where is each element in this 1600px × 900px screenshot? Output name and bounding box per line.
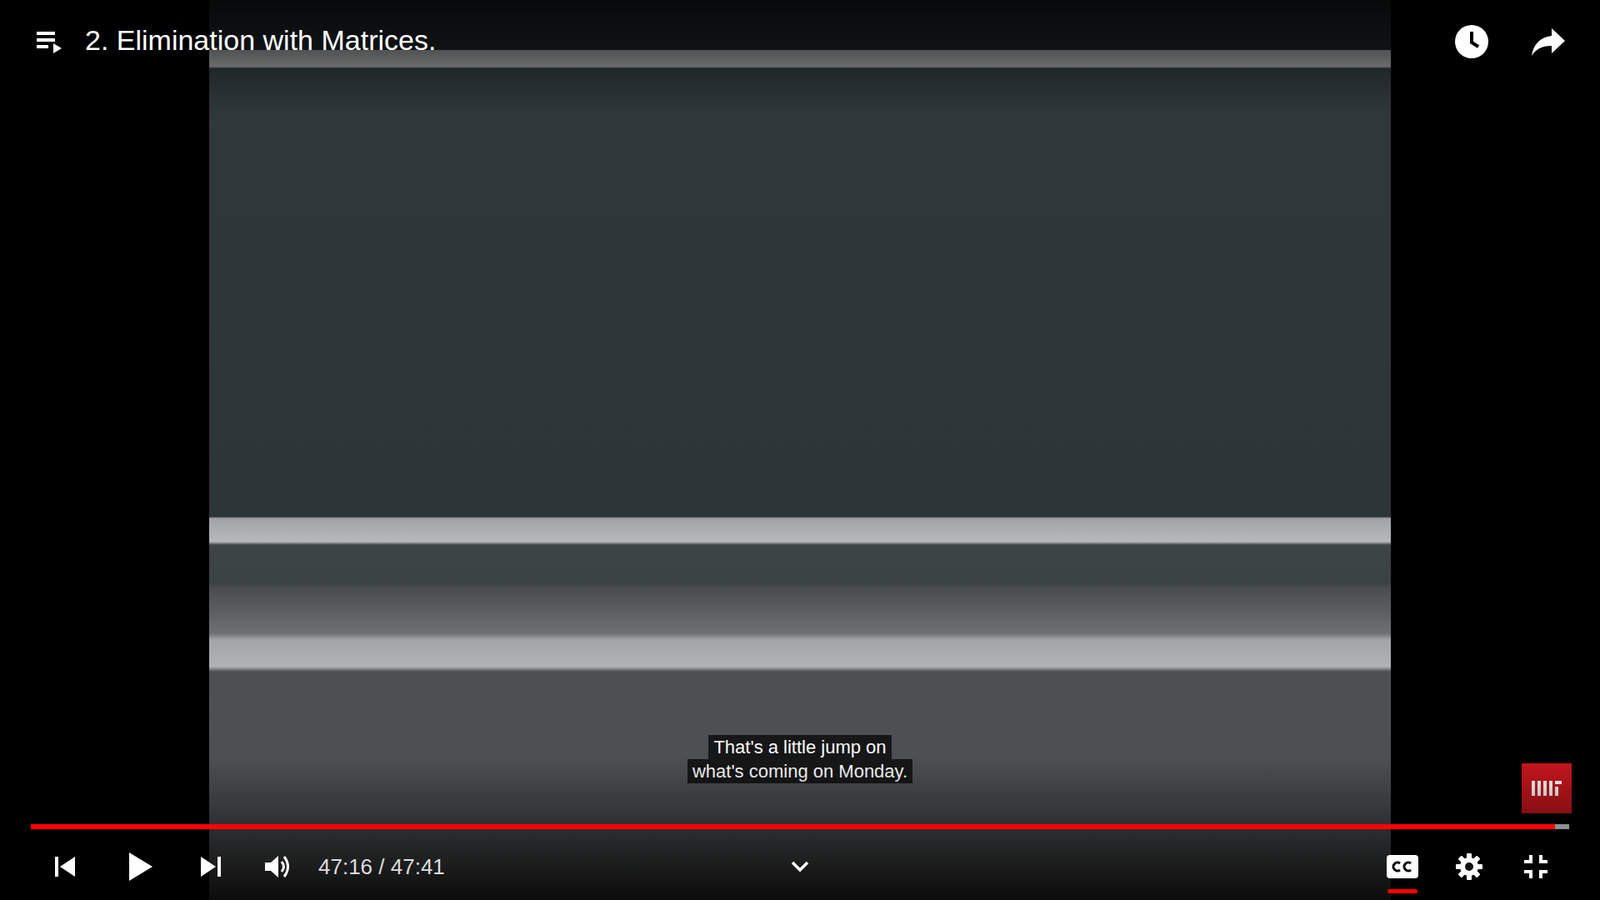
watch-later-icon[interactable] (1453, 23, 1490, 60)
next-icon (198, 854, 224, 880)
progress-fill (30, 824, 1555, 830)
volume-icon (263, 853, 292, 880)
caption-line: That's a little jump on (708, 735, 891, 760)
previous-icon (52, 854, 78, 880)
playlist-icon[interactable] (36, 23, 65, 60)
gear-icon (1455, 852, 1484, 881)
video-player[interactable]: 2. Elimination with Matrices. That's a l… (0, 0, 1600, 900)
previous-button[interactable] (31, 833, 99, 900)
next-button[interactable] (181, 833, 240, 900)
captions-icon (1385, 854, 1420, 880)
top-bar: 2. Elimination with Matrices. (0, 0, 1600, 117)
play-icon (125, 850, 155, 883)
exit-fullscreen-icon (1522, 853, 1550, 880)
volume-button[interactable] (240, 833, 315, 900)
control-bar: 47:16 / 47:41 (0, 758, 1600, 900)
settings-button[interactable] (1435, 833, 1503, 900)
video-title[interactable]: 2. Elimination with Matrices. (85, 23, 436, 58)
exit-fullscreen-button[interactable] (1502, 833, 1570, 900)
time-display: 47:16 / 47:41 (315, 850, 445, 884)
chevron-icon[interactable] (775, 841, 825, 892)
captions-indicator (1387, 889, 1418, 894)
play-button[interactable] (98, 833, 182, 900)
progress-track[interactable] (30, 824, 1570, 830)
share-icon[interactable] (1530, 25, 1567, 59)
